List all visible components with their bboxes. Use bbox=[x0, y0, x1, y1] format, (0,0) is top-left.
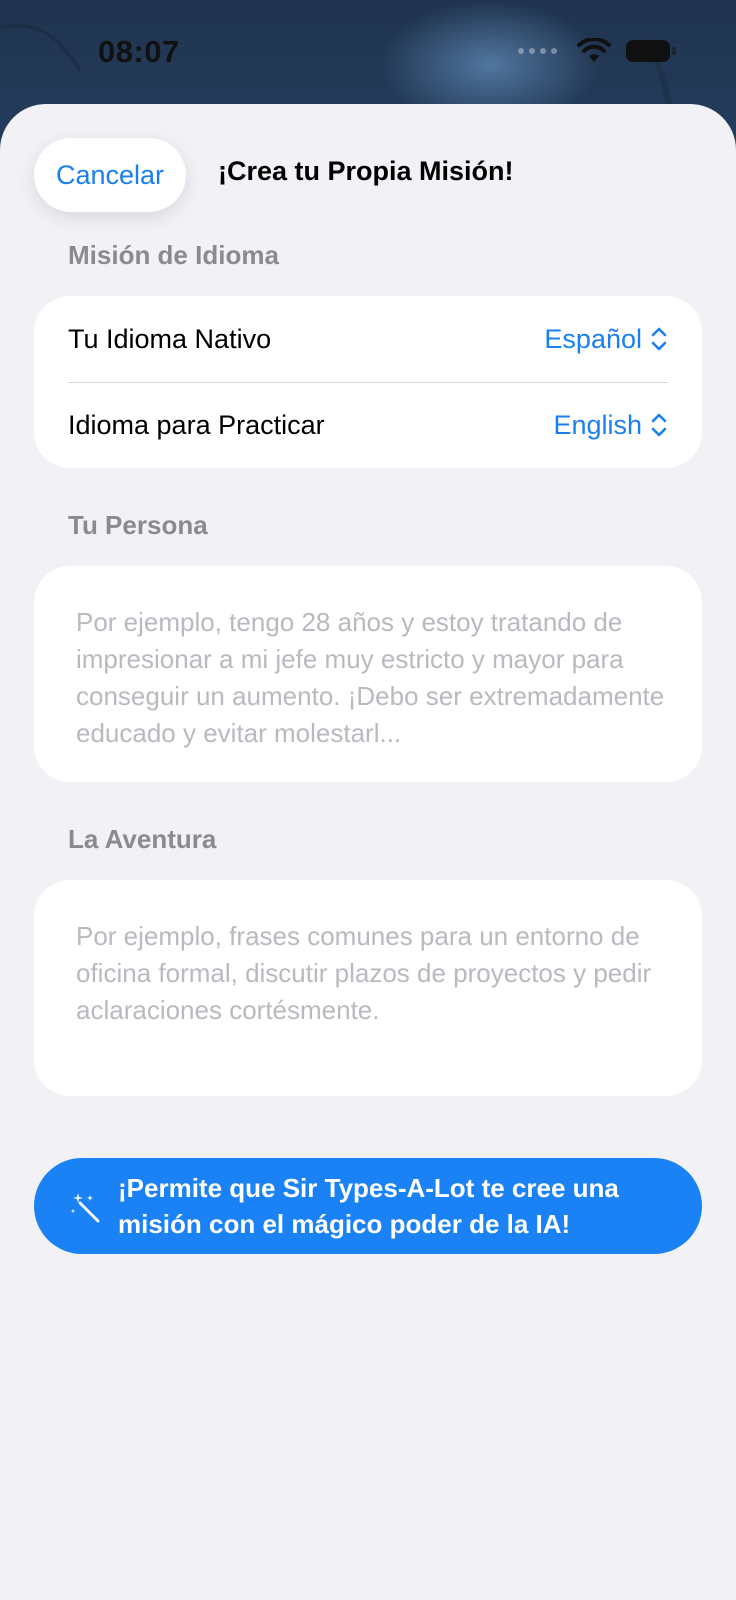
adventure-placeholder: Por ejemplo, frases comunes para un ento… bbox=[76, 921, 652, 1025]
native-language-label: Tu Idioma Nativo bbox=[68, 323, 272, 354]
section-label-persona: Tu Persona bbox=[68, 510, 208, 540]
language-card: Tu Idioma Nativo Español Idioma para Pra… bbox=[34, 296, 702, 468]
section-label-language: Misión de Idioma bbox=[68, 240, 279, 270]
practice-language-row[interactable]: Idioma para Practicar English bbox=[68, 382, 668, 468]
ai-button-label: ¡Permite que Sir Types-A-Lot te cree una… bbox=[118, 1173, 619, 1239]
adventure-text-area[interactable]: Por ejemplo, frases comunes para un ento… bbox=[34, 880, 702, 1096]
practice-language-value: English bbox=[553, 409, 642, 440]
wifi-icon bbox=[577, 38, 611, 62]
chevron-up-down-icon bbox=[651, 413, 667, 437]
status-icons bbox=[518, 38, 677, 64]
native-language-picker[interactable]: Español bbox=[544, 324, 668, 355]
page-title: ¡Crea tu Propia Misión! bbox=[218, 156, 514, 186]
status-bar: 08:07 bbox=[0, 0, 736, 104]
native-language-row[interactable]: Tu Idioma Nativo Español bbox=[68, 296, 668, 382]
section-label-adventure: La Aventura bbox=[68, 824, 217, 854]
ai-create-mission-button[interactable]: ¡Permite que Sir Types-A-Lot te cree una… bbox=[34, 1158, 702, 1254]
practice-language-label: Idioma para Practicar bbox=[68, 409, 325, 440]
persona-text-area[interactable]: Por ejemplo, tengo 28 años y estoy trata… bbox=[34, 566, 702, 782]
battery-icon bbox=[626, 40, 676, 62]
signal-dots-icon bbox=[518, 48, 557, 54]
persona-placeholder: Por ejemplo, tengo 28 años y estoy trata… bbox=[76, 607, 665, 748]
native-language-value: Español bbox=[544, 323, 642, 354]
mission-sheet: Cancelar ¡Crea tu Propia Misión! Misión … bbox=[0, 104, 736, 1600]
practice-language-picker[interactable]: English bbox=[553, 410, 668, 441]
status-time: 08:07 bbox=[98, 34, 180, 69]
cancel-button[interactable]: Cancelar bbox=[34, 138, 186, 212]
magic-wand-icon bbox=[71, 1193, 100, 1223]
chevron-up-down-icon bbox=[651, 327, 667, 351]
